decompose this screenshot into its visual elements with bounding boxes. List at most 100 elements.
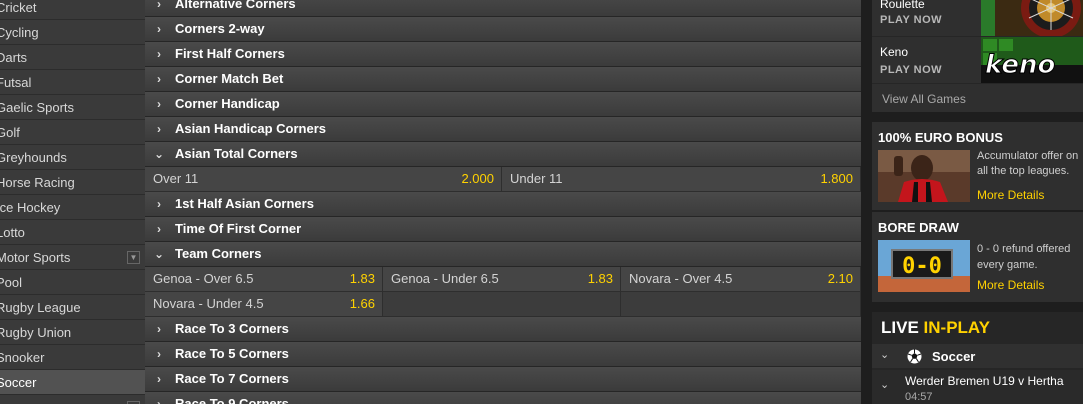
sidebar-item-snooker[interactable]: Snooker [0, 345, 145, 370]
play-now-link[interactable]: PLAY NOW [880, 64, 942, 76]
play-now-link[interactable]: PLAY NOW [880, 14, 942, 26]
sidebar-item-cycling[interactable]: Cycling [0, 20, 145, 45]
chevron-right-icon: › [157, 347, 161, 361]
promo-description: every game. [977, 259, 1038, 271]
sidebar-item-ice-hockey[interactable]: Ice Hockey [0, 195, 145, 220]
more-details-link[interactable]: More Details [977, 188, 1044, 202]
sidebar-item-label: Darts [0, 50, 28, 65]
sidebar-item-label: Greyhounds [0, 150, 67, 165]
market-alternative-corners[interactable]: › Alternative Corners [145, 0, 861, 17]
sidebar-item-darts[interactable]: Darts [0, 45, 145, 70]
market-race-to-3-corners[interactable]: › Race To 3 Corners [145, 317, 861, 342]
live-match-row[interactable]: ⌄ Werder Bremen U19 v Hertha 04:57 [872, 369, 1083, 404]
footballer-image-icon [878, 150, 970, 202]
sidebar-item-greyhounds[interactable]: Greyhounds [0, 145, 145, 170]
odds-cell-novara-under[interactable]: Novara - Under 4.5 1.66 [145, 292, 383, 316]
sidebar-item-label: Pool [0, 275, 23, 290]
view-all-games-link[interactable]: View All Games [882, 92, 966, 106]
market-asian-total-corners[interactable]: ⌄ Asian Total Corners [145, 142, 861, 167]
chevron-down-icon: ⌄ [154, 247, 165, 261]
market-corner-handicap[interactable]: › Corner Handicap [145, 92, 861, 117]
sidebar-item-cricket[interactable]: Cricket [0, 0, 145, 20]
chevron-right-icon: › [157, 0, 161, 11]
chevron-right-icon: › [157, 97, 161, 111]
live-sport-row[interactable]: ⌄ Soccer [872, 343, 1083, 368]
sidebar-item-label: Lotto [0, 225, 25, 240]
chevron-right-icon: › [157, 322, 161, 336]
sidebar-item-label: Rugby Union [0, 325, 72, 340]
expand-toggle-icon[interactable]: ▼ [127, 251, 140, 264]
market-race-to-5-corners[interactable]: › Race To 5 Corners [145, 342, 861, 367]
chevron-down-icon: ⌄ [880, 349, 890, 361]
market-race-to-9-corners[interactable]: › Race To 9 Corners [145, 392, 861, 404]
sidebar-item-rugby-union[interactable]: Rugby Union [0, 320, 145, 345]
market-team-corners[interactable]: ⌄ Team Corners [145, 242, 861, 267]
live-match-name: Werder Bremen U19 v Hertha [905, 374, 1064, 388]
sidebar-item-label: Golf [0, 125, 20, 140]
sidebar-item-label: Soccer [0, 375, 37, 390]
more-details-link[interactable]: More Details [977, 278, 1044, 292]
market-asian-handicap-corners[interactable]: › Asian Handicap Corners [145, 117, 861, 142]
sidebar-item-pool[interactable]: Pool [0, 270, 145, 295]
market-corners-2-way[interactable]: › Corners 2-way [145, 17, 861, 42]
selection-name: Novara - Over 4.5 [629, 271, 733, 286]
chevron-right-icon: › [157, 197, 161, 211]
sidebar-item-rugby-league[interactable]: Rugby League [0, 295, 145, 320]
sidebar-item-label: Cycling [0, 25, 39, 40]
odds-cell-empty [383, 292, 621, 316]
sidebar-item-soccer[interactable]: Soccer [0, 370, 145, 395]
market-label: Team Corners [175, 246, 262, 261]
sidebar-item-lotto[interactable]: Lotto [0, 220, 145, 245]
selection-price: 2.10 [827, 271, 853, 286]
market-label: Corner Handicap [175, 96, 280, 111]
sidebar-item-futsal[interactable]: Futsal [0, 70, 145, 95]
sidebar-item-label: Cricket [0, 0, 37, 15]
game-roulette[interactable]: Roulette PLAY NOW [872, 0, 1083, 37]
market-label: Race To 7 Corners [175, 371, 289, 386]
right-column: Roulette PLAY NOW Keno PLAY NOW keno Vie… [870, 0, 1083, 404]
keno-thumbnail-icon[interactable]: keno [981, 37, 1083, 83]
sidebar-item-gaelic-sports[interactable]: Gaelic Sports [0, 95, 145, 120]
selection-price: 1.66 [349, 296, 375, 311]
market-label: First Half Corners [175, 46, 285, 61]
promo-title: 100% EURO BONUS [878, 130, 1003, 145]
chevron-right-icon: › [157, 397, 161, 404]
market-corner-match-bet[interactable]: › Corner Match Bet [145, 67, 861, 92]
market-1st-half-asian-corners[interactable]: › 1st Half Asian Corners [145, 192, 861, 217]
sidebar-item-horse-racing[interactable]: Horse Racing [0, 170, 145, 195]
sidebar-item-motor-sports[interactable]: Motor Sports ▼ [0, 245, 145, 270]
promo-description: Accumulator offer on [977, 150, 1079, 162]
sports-sidebar: Cricket Cycling Darts Futsal Gaelic Spor… [0, 0, 145, 404]
odds-cell-genoa-over[interactable]: Genoa - Over 6.5 1.83 [145, 267, 383, 291]
market-race-to-7-corners[interactable]: › Race To 7 Corners [145, 367, 861, 392]
odds-cell-under-11[interactable]: Under 11 1.800 [502, 167, 861, 191]
odds-cell-empty [621, 292, 861, 316]
sidebar-item-label: Motor Sports [0, 250, 71, 265]
promo-description: all the top leagues. [977, 165, 1070, 177]
chevron-right-icon: › [157, 222, 161, 236]
odds-cell-over-11[interactable]: Over 11 2.000 [145, 167, 502, 191]
market-first-half-corners[interactable]: › First Half Corners [145, 42, 861, 67]
roulette-thumbnail-icon[interactable] [981, 0, 1083, 36]
market-label: Race To 5 Corners [175, 346, 289, 361]
selection-price: 1.800 [820, 171, 853, 186]
selection-price: 1.83 [587, 271, 613, 286]
sidebar-item-label: Gaelic Sports [0, 100, 75, 115]
market-label: 1st Half Asian Corners [175, 196, 314, 211]
odds-row: Novara - Under 4.5 1.66 [145, 292, 861, 317]
selection-name: Genoa - Under 6.5 [391, 271, 499, 286]
odds-cell-novara-over[interactable]: Novara - Over 4.5 2.10 [621, 267, 861, 291]
live-in-play-title: LIVE IN-PLAY [881, 318, 990, 338]
sidebar-item-label: Futsal [0, 75, 32, 90]
games-panel: Roulette PLAY NOW Keno PLAY NOW keno Vie… [872, 0, 1083, 112]
game-keno[interactable]: Keno PLAY NOW keno [872, 37, 1083, 84]
chevron-right-icon: › [157, 72, 161, 86]
sidebar-item-next[interactable]: ▼ [0, 395, 145, 404]
market-time-of-first-corner[interactable]: › Time Of First Corner [145, 217, 861, 242]
sidebar-item-label: Ice Hockey [0, 200, 61, 215]
scoreboard-image-icon: 0-0 [878, 240, 970, 292]
market-label: Alternative Corners [175, 0, 296, 11]
chevron-right-icon: › [157, 122, 161, 136]
sidebar-item-golf[interactable]: Golf [0, 120, 145, 145]
odds-cell-genoa-under[interactable]: Genoa - Under 6.5 1.83 [383, 267, 621, 291]
